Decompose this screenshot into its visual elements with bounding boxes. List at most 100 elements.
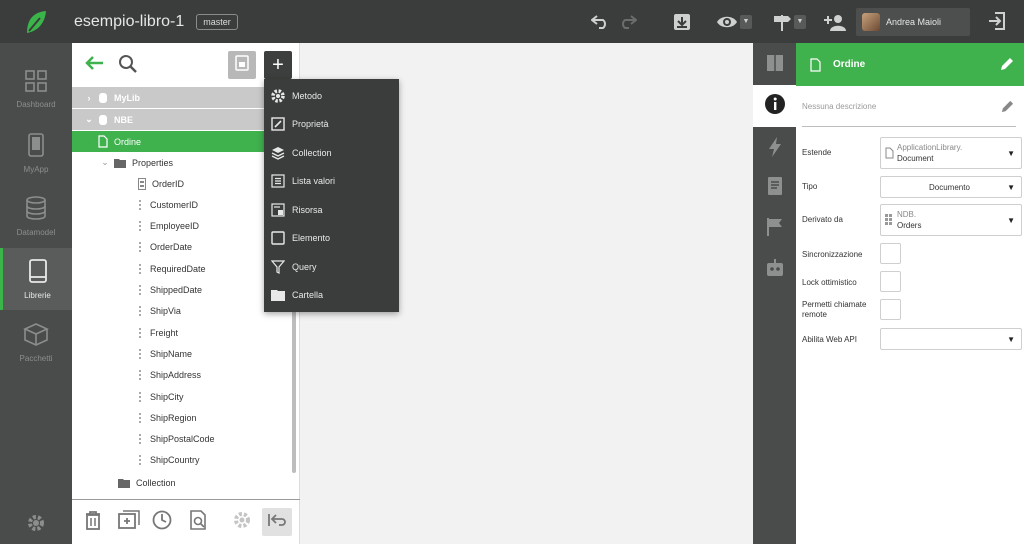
tree-row-collection[interactable]: Collection (72, 472, 292, 493)
folder-icon (114, 158, 126, 168)
tab-layout[interactable] (753, 45, 796, 85)
field-dots-icon (138, 348, 144, 360)
tree-row-property[interactable]: OrderDate (72, 237, 292, 258)
tab-info[interactable] (753, 85, 796, 127)
sync-label: Sincronizzazione (802, 250, 863, 259)
dashboard-icon (25, 69, 47, 94)
remote-checkbox[interactable] (880, 299, 901, 320)
chevron-down-icon[interactable]: ⌄ (100, 157, 110, 168)
signpost-icon[interactable] (772, 13, 792, 31)
cylinder-icon (98, 92, 108, 104)
app-title: esempio-libro-1 (74, 12, 185, 30)
lock-label: Lock ottimistico (802, 278, 857, 287)
pencil-icon[interactable] (1001, 100, 1014, 115)
tab-docs[interactable] (753, 168, 796, 208)
trash-icon[interactable] (84, 510, 102, 535)
nav-datamodel[interactable]: Datamodel (0, 185, 72, 247)
eye-dropdown-icon[interactable]: ▼ (740, 14, 752, 29)
tab-flags[interactable] (753, 209, 796, 249)
grid-small-icon (885, 214, 895, 228)
redo-icon[interactable] (616, 14, 640, 29)
phone-icon (28, 132, 44, 159)
tree-row-property[interactable]: RequiredDate (72, 258, 292, 279)
tree-row-property[interactable]: ShippedDate (72, 280, 292, 301)
menu-item-query[interactable]: Query (264, 253, 399, 281)
properties-title: Ordine (833, 59, 866, 70)
logo-icon[interactable] (0, 0, 72, 43)
tree-row-property[interactable]: EmployeeID (72, 216, 292, 237)
tree-row-property[interactable]: ShipName (72, 343, 292, 364)
user-menu[interactable]: Andrea Maioli (856, 8, 970, 36)
tab-events[interactable] (753, 129, 796, 169)
description-field[interactable]: Nessuna descrizione (802, 86, 1016, 127)
chevron-down-icon: ▼ (1007, 149, 1015, 158)
add-user-icon[interactable] (824, 13, 846, 31)
undo-icon[interactable] (588, 14, 612, 29)
nav-librerie[interactable]: Librerie (0, 248, 72, 310)
menu-item-lista-valori[interactable]: Lista valori (264, 167, 399, 195)
signpost-dropdown-icon[interactable]: ▼ (794, 14, 806, 29)
menu-item-cartella[interactable]: Cartella (264, 281, 399, 309)
derivato-select[interactable]: NDB. Orders ▼ (880, 204, 1022, 236)
tree-row-property[interactable]: ShipCountry (72, 450, 292, 471)
tree-label-properties: Properties (132, 157, 174, 168)
back-arrow-icon[interactable] (84, 55, 104, 76)
chevron-down-icon[interactable]: ⌄ (84, 136, 94, 147)
add-button[interactable]: + (264, 51, 292, 79)
tree-row-property[interactable]: ShipAddress (72, 365, 292, 386)
lock-button[interactable] (228, 51, 256, 79)
row-remote: Permetti chiamate remote (802, 299, 1018, 321)
estende-select[interactable]: ApplicationLibrary. Document ▼ (880, 137, 1022, 169)
edit-box-icon (264, 117, 292, 131)
tree-row-property[interactable]: Freight (72, 322, 292, 343)
tree-row-properties[interactable]: ⌄ Properties (72, 152, 292, 173)
chevron-right-icon[interactable]: › (84, 93, 94, 103)
webapi-select[interactable]: ▼ (880, 328, 1022, 350)
robot-icon (765, 258, 785, 283)
row-webapi: Abilita Web API ▼ (802, 328, 1022, 350)
nav-label-myapp: MyApp (23, 164, 49, 174)
tree-row-property[interactable]: ShipPostalCode (72, 429, 292, 450)
menu-item-collection[interactable]: Collection (264, 139, 399, 167)
pencil-icon[interactable] (1000, 57, 1014, 74)
settings-gear-icon[interactable] (232, 510, 252, 535)
menu-item-proprieta[interactable]: Proprietà (264, 110, 399, 138)
tree-label-property: OrderDate (150, 242, 193, 253)
eye-icon[interactable] (716, 15, 738, 29)
layout-icon (766, 54, 784, 77)
row-lock: Lock ottimistico (802, 271, 1018, 293)
menu-item-metodo[interactable]: Metodo (264, 82, 399, 110)
settings-gear-icon[interactable] (26, 513, 46, 538)
menu-item-elemento[interactable]: Elemento (264, 224, 399, 252)
tree-row-property[interactable]: OrderID (72, 173, 292, 194)
tree-row-nbe[interactable]: ⌄ NBE (72, 109, 292, 130)
tree-row-property[interactable]: ShipRegion (72, 407, 292, 428)
tree-label-collection: Collection (136, 477, 176, 488)
tree-row-property[interactable]: ShipCity (72, 386, 292, 407)
branch-badge[interactable]: master (196, 13, 238, 30)
history-clock-icon[interactable] (152, 510, 172, 535)
left-nav: Dashboard MyApp Datamodel Librerie Pacch… (0, 43, 72, 544)
tab-bot[interactable] (753, 250, 796, 290)
sync-checkbox[interactable] (880, 243, 901, 264)
search-icon[interactable] (118, 54, 138, 79)
field-dots-icon (138, 369, 144, 381)
download-icon[interactable] (670, 13, 694, 31)
tipo-select[interactable]: Documento ▼ (880, 176, 1022, 198)
lock-icon (235, 54, 249, 76)
lock-checkbox[interactable] (880, 271, 901, 292)
tree-row-property[interactable]: CustomerID (72, 194, 292, 215)
nav-pacchetti[interactable]: Pacchetti (0, 311, 72, 373)
find-document-icon[interactable] (189, 510, 209, 535)
add-folder-icon[interactable] (118, 510, 140, 535)
chevron-down-icon[interactable]: ⌄ (84, 114, 94, 125)
nav-myapp[interactable]: MyApp (0, 122, 72, 184)
tree-row-mylib[interactable]: › MyLib (72, 87, 292, 108)
revert-button[interactable] (262, 508, 292, 536)
tree-row-property[interactable]: ShipVia (72, 301, 292, 322)
field-dots-icon (138, 284, 144, 296)
nav-dashboard[interactable]: Dashboard (0, 58, 72, 120)
tree-row-ordine[interactable]: ⌄ Ordine (72, 131, 292, 152)
exit-icon[interactable] (988, 12, 1006, 35)
menu-item-risorsa[interactable]: Risorsa (264, 196, 399, 224)
